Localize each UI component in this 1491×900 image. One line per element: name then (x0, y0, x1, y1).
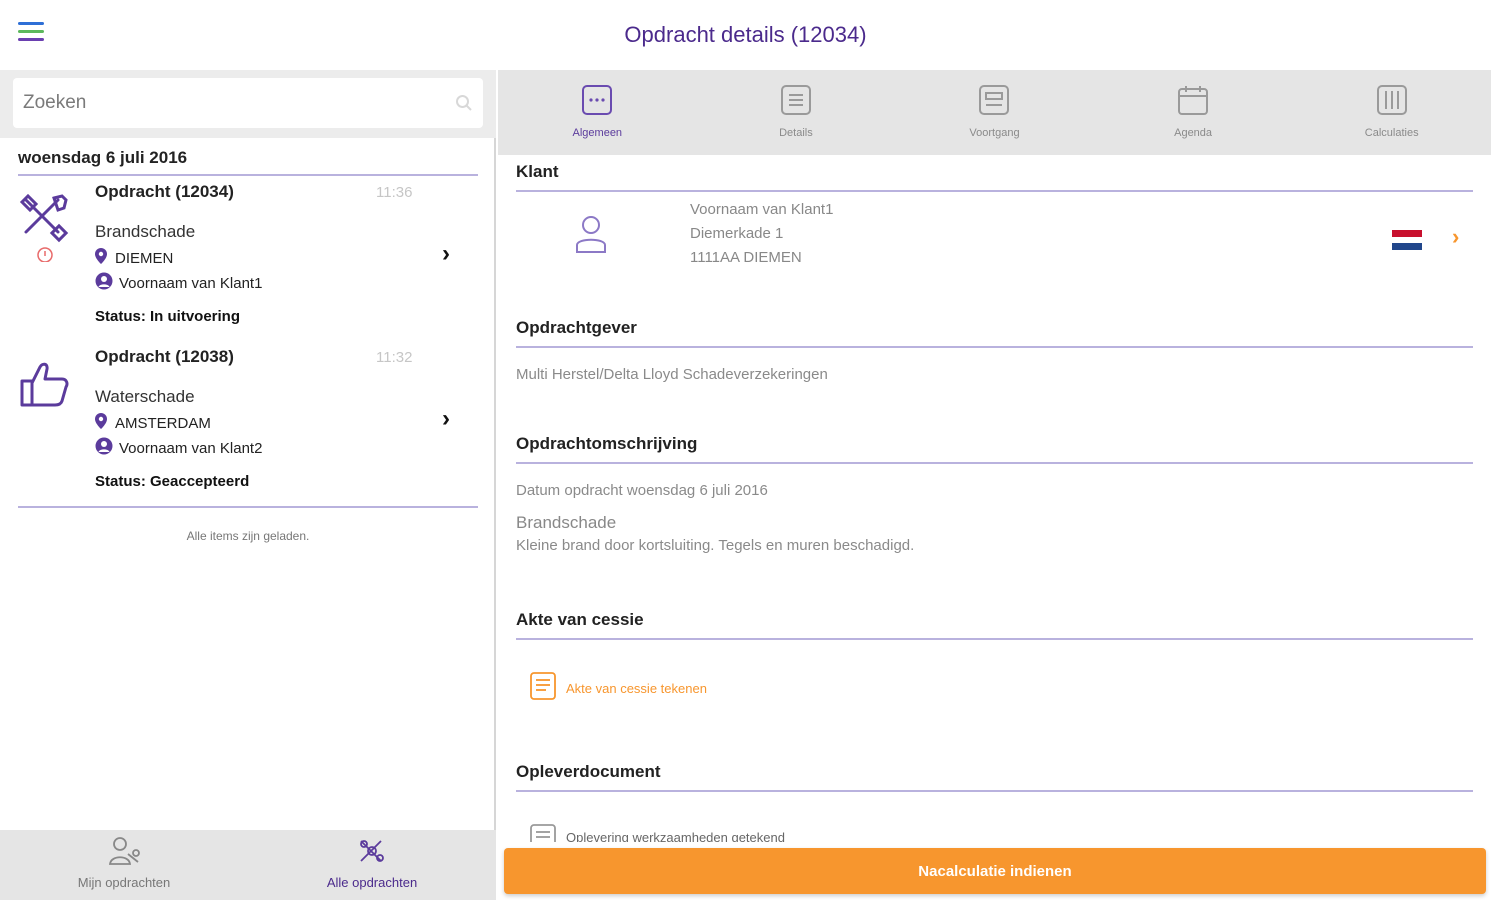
app-header: Opdracht details (12034) (0, 0, 1491, 70)
job-list-item[interactable]: Opdracht (12034) 11:36 Brandschade DIEME… (18, 182, 478, 332)
akte-section: Akte van cessie Akte van cessie tekenen (516, 610, 1473, 707)
page-title: Opdracht details (12034) (624, 22, 867, 47)
tab-details-label: Details (779, 127, 813, 139)
tab-calculaties-label: Calculaties (1364, 127, 1419, 139)
nav-all-jobs-label: Alle opdrachten (326, 875, 418, 890)
chevron-right-icon[interactable]: › (442, 240, 450, 268)
list-icon (780, 84, 812, 121)
sign-akte-label: Akte van cessie tekenen (566, 681, 707, 696)
tab-algemeen[interactable]: Algemeen (498, 70, 697, 155)
client-name: Voornaam van Klant1 (690, 201, 834, 218)
list-end-message: Alle items zijn geladen. (186, 529, 310, 543)
job-detail-pane: Algemeen Details Voortgang Agenda Calcul… (498, 70, 1491, 900)
job-location: DIEMEN (95, 248, 173, 268)
opdrachtgever-section: Opdrachtgever Multi Herstel/Delta Lloyd … (516, 318, 1473, 383)
date-header: woensdag 6 juli 2016 (18, 146, 478, 176)
progress-icon (978, 84, 1010, 121)
omschrijving-type: Brandschade (516, 513, 617, 532)
klant-title: Klant (516, 162, 1473, 192)
sign-akte-link[interactable]: Akte van cessie tekenen (528, 670, 1473, 707)
tab-agenda[interactable]: Agenda (1094, 70, 1293, 155)
location-pin-icon (95, 413, 107, 433)
bottom-nav: Mijn opdrachten Alle opdrachten (0, 830, 496, 900)
oplever-link[interactable]: Oplevering werkzaamheden getekend (528, 822, 1473, 842)
user-tools-icon (108, 836, 140, 871)
job-client: Voornaam van Klant2 (95, 437, 262, 459)
tab-agenda-label: Agenda (1174, 127, 1213, 139)
job-client-text: Voornaam van Klant2 (119, 439, 263, 457)
job-client: Voornaam van Klant1 (95, 272, 262, 294)
chevron-right-icon[interactable]: › (442, 405, 450, 433)
job-title: Opdracht (12038) (95, 347, 234, 366)
tab-voortgang[interactable]: Voortgang (895, 70, 1094, 155)
calendar-icon (1177, 84, 1209, 121)
dutch-flag-icon (1392, 230, 1422, 251)
oplever-title: Opleverdocument (516, 762, 1473, 792)
job-status: Status: Geaccepteerd (95, 473, 250, 490)
chevron-right-icon[interactable]: › (1452, 224, 1459, 250)
search-icon[interactable] (455, 94, 473, 117)
client-street: Diemerkade 1 (690, 225, 784, 242)
oplever-section: Opleverdocument Oplevering werkzaamheden… (516, 762, 1473, 842)
job-type: Brandschade (95, 222, 196, 241)
thumbs-up-icon (18, 357, 72, 416)
tools-group-icon (356, 836, 388, 871)
search-input[interactable] (13, 78, 433, 128)
tab-algemeen-label: Algemeen (572, 127, 623, 139)
job-type: Waterschade (95, 387, 195, 406)
job-list-pane: woensdag 6 juli 2016 Opdracht (12034) 11… (0, 70, 496, 900)
nav-my-jobs-label: Mijn opdrachten (77, 875, 171, 890)
client-icon (95, 272, 113, 294)
tab-voortgang-label: Voortgang (969, 127, 1020, 139)
job-location-text: DIEMEN (115, 249, 174, 267)
client-icon (95, 437, 113, 459)
user-icon (574, 214, 608, 259)
nav-my-jobs[interactable]: Mijn opdrachten (0, 830, 248, 900)
klant-section: Klant Voornaam van Klant1 Diemerkade 1 1… (516, 162, 1473, 266)
chat-icon (581, 84, 613, 121)
job-time: 11:32 (376, 349, 413, 366)
list-divider (18, 506, 478, 508)
omschrijving-title: Opdrachtomschrijving (516, 434, 1473, 464)
opdrachtgever-title: Opdrachtgever (516, 318, 1473, 348)
job-location: AMSTERDAM (95, 413, 211, 433)
omschrijving-description: Kleine brand door kortsluiting. Tegels e… (516, 537, 915, 554)
calculator-icon (1376, 84, 1408, 121)
tab-details[interactable]: Details (697, 70, 896, 155)
job-list-item[interactable]: Opdracht (12038) 11:32 Waterschade AMSTE… (18, 347, 478, 497)
omschrijving-section: Opdrachtomschrijving Datum opdracht woen… (516, 434, 1473, 554)
detail-tabs: Algemeen Details Voortgang Agenda Calcul… (498, 70, 1491, 155)
tab-calculaties[interactable]: Calculaties (1292, 70, 1491, 155)
document-sign-icon (528, 670, 560, 707)
job-client-text: Voornaam van Klant1 (119, 274, 263, 292)
nav-all-jobs[interactable]: Alle opdrachten (248, 830, 496, 900)
omschrijving-date: Datum opdracht woensdag 6 juli 2016 (516, 482, 768, 499)
location-pin-icon (95, 248, 107, 268)
opdrachtgever-value: Multi Herstel/Delta Lloyd Schadeverzeker… (516, 366, 828, 383)
search-box (13, 78, 483, 128)
job-title: Opdracht (12034) (95, 182, 234, 201)
client-card[interactable]: Voornaam van Klant1 Diemerkade 1 1111AA … (516, 198, 1473, 268)
search-bar (0, 70, 496, 138)
tools-icon (18, 192, 72, 267)
document-icon (528, 822, 560, 842)
job-status: Status: In uitvoering (95, 308, 241, 325)
job-time: 11:36 (376, 184, 413, 201)
client-details: Voornaam van Klant1 Diemerkade 1 1111AA … (690, 198, 833, 270)
oplever-label: Oplevering werkzaamheden getekend (566, 830, 785, 842)
job-location-text: AMSTERDAM (115, 414, 211, 432)
akte-title: Akte van cessie (516, 610, 1473, 640)
client-city: 1111AA DIEMEN (690, 249, 802, 266)
submit-calculation-button[interactable]: Nacalculatie indienen (504, 848, 1486, 894)
